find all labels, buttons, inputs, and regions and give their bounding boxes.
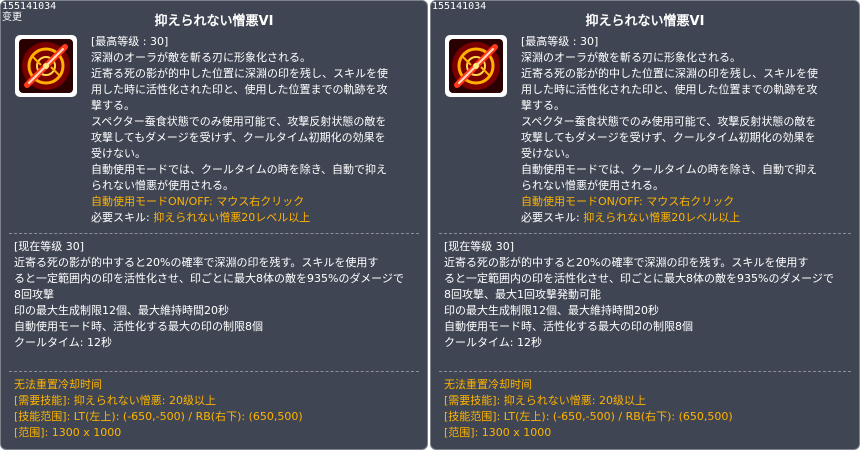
divider [439,233,851,234]
desc-line: スペクター蚕食状態でのみ使用可能で、攻撃反射状態の敵を [521,115,817,128]
footer-section: 无法重置冷却时间 [需要技能]: 抑えられない憎悪: 20级以上 [技能范围]:… [14,377,421,441]
current-line: 近寄る死の影が的中すると20%の確率で深淵の印を残す。スキルを使用す [444,256,809,269]
footer-line: [需要技能]: 抑えられない憎悪: 20级以上 [444,394,646,407]
footer-line: 无法重置冷却时间 [444,378,532,391]
required-skill-label: 必要スキル: [91,211,154,224]
current-line: 自動使用モード時、活性化する最大の印の制限8個 [14,320,263,333]
current-line: ると一定範囲内の印を活性化させ、印ごとに最大8体の敵を935%のダメージで [14,272,404,285]
desc-line: 用した時に活性化された印と、使用した位置までの軌跡を攻 [521,83,818,96]
desc-line: 深淵のオーラが敵を斬る刃に形象化される。 [91,51,311,64]
skill-icon [445,35,507,97]
desc-line: られない憎悪が使用される。 [521,179,664,192]
desc-line: 撃する。 [91,99,135,112]
skill-title: 抑えられない憎悪VI [585,14,705,29]
divider [9,233,419,234]
footer-line: [技能范围]: LT(左上): (-650,-500) / RB(右下): (6… [14,410,303,423]
current-line: 8回攻撃、最大1回攻撃発動可能 [444,288,601,301]
skill-description: [最高等级 : 30] 深淵のオーラが敵を斬る刃に形象化される。 近寄る死の影が… [521,34,853,226]
footer-line: [技能范围]: LT(左上): (-650,-500) / RB(右下): (6… [444,410,733,423]
current-level-section: [现在等级 30] 近寄る死の影が的中すると20%の確率で深淵の印を残す。スキル… [14,239,421,351]
footer-line: [范围]: 1300 x 1000 [444,426,552,439]
desc-line: 近寄る死の影が的中した位置に深淵の印を残し、スキルを使 [91,67,388,80]
desc-line: 自動使用モードでは、クールタイムの時を除き、自動で抑え [521,163,818,176]
skill-title: 抑えられない憎悪VI [154,14,274,29]
desc-line: 撃する。 [521,99,565,112]
desc-line: [最高等级 : 30] [521,35,599,48]
desc-line: スペクター蚕食状態でのみ使用可能で、攻撃反射状態の敵を [91,115,387,128]
divider [439,371,851,372]
current-level-header: [现在等级 30] [444,240,515,253]
desc-line: 近寄る死の影が的中した位置に深淵の印を残し、スキルを使 [521,67,818,80]
desc-line: 受けない。 [91,147,146,160]
cooldown-line: クールタイム: 12秒 [14,336,112,349]
skill-tooltip-left: 155141034 变更 抑えられない憎悪VI [最高等级 : 30] 深淵のオ… [0,0,428,450]
desc-line: 攻撃してもダメージを受けず、クールタイム初期化の効果を [521,131,816,144]
desc-line: 受けない。 [521,147,576,160]
skill-description: [最高等级 : 30] 深淵のオーラが敵を斬る刃に形象化される。 近寄る死の影が… [91,34,421,226]
skill-icon [15,35,77,97]
auto-mode-hint: 自動使用モードON/OFF: マウス右クリック [91,195,305,208]
divider [9,371,419,372]
current-line: 自動使用モード時、活性化する最大の印の制限8個 [444,320,693,333]
required-skill-label: 必要スキル: [521,211,584,224]
cooldown-line: クールタイム: 12秒 [444,336,542,349]
required-skill: 必要スキル: 抑えられない憎悪20レベル以上 [521,210,853,226]
footer-section: 无法重置冷却时间 [需要技能]: 抑えられない憎悪: 20级以上 [技能范围]:… [444,377,853,441]
desc-line: 自動使用モードでは、クールタイムの時を除き、自動で抑え [91,163,388,176]
desc-line: 攻撃してもダメージを受けず、クールタイム初期化の効果を [91,131,386,144]
required-skill-value: 抑えられない憎悪20レベル以上 [583,211,741,224]
desc-line: られない憎悪が使用される。 [91,179,234,192]
current-line: 印の最大生成制限12個、最大維持時間20秒 [444,304,659,317]
auto-mode-hint: 自動使用モードON/OFF: マウス右クリック [521,195,735,208]
footer-line: [范围]: 1300 x 1000 [14,426,122,439]
required-skill: 必要スキル: 抑えられない憎悪20レベル以上 [91,210,421,226]
current-line: 8回攻撃 [14,288,54,301]
desc-line: 用した時に活性化された印と、使用した位置までの軌跡を攻 [91,83,388,96]
current-line: ると一定範囲内の印を活性化させ、印ごとに最大8体の敵を935%のダメージで [444,272,834,285]
skill-tooltip-right: 155141034 抑えられない憎悪VI [最高等级 : 30] 深淵のオーラが… [430,0,860,450]
footer-line: [需要技能]: 抑えられない憎悪: 20级以上 [14,394,216,407]
current-line: 近寄る死の影が的中すると20%の確率で深淵の印を残す。スキルを使用す [14,256,379,269]
current-level-header: [现在等级 30] [14,240,85,253]
required-skill-value: 抑えられない憎悪20レベル以上 [153,211,311,224]
current-line: 印の最大生成制限12個、最大維持時間20秒 [14,304,229,317]
footer-line: 无法重置冷却时间 [14,378,102,391]
desc-line: [最高等级 : 30] [91,35,169,48]
desc-line: 深淵のオーラが敵を斬る刃に形象化される。 [521,51,741,64]
current-level-section: [现在等级 30] 近寄る死の影が的中すると20%の確率で深淵の印を残す。スキル… [444,239,853,351]
